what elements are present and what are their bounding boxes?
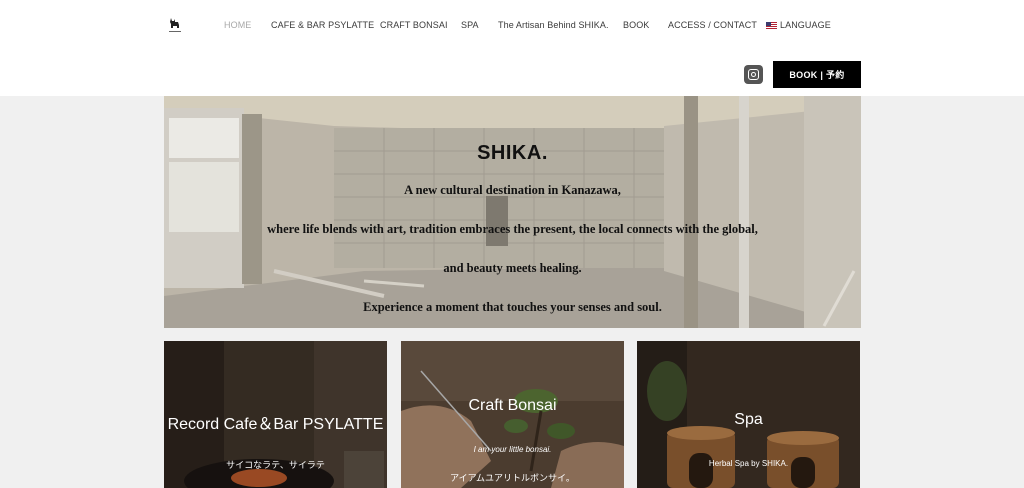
card-spa-title: Spa [734, 411, 763, 428]
hero-line-3: and beauty meets healing. [443, 261, 582, 275]
card-spa[interactable]: Spa Herbal Spa by SHIKA. [637, 341, 860, 488]
hero-banner: SHIKA. A new cultural destination in Kan… [164, 96, 861, 328]
nav-language-label: LANGUAGE [780, 20, 831, 30]
card-craft-bonsai[interactable]: Craft Bonsai I am your little bonsai. アイ… [401, 341, 624, 488]
nav-language[interactable]: LANGUAGE [766, 20, 831, 30]
hero-line-2: where life blends with art, tradition em… [267, 222, 758, 236]
card-bonsai-title: Craft Bonsai [468, 397, 557, 414]
hero-line-4: Experience a moment that touches your se… [363, 300, 662, 314]
nav-craft-bonsai[interactable]: CRAFT BONSAI [380, 20, 448, 30]
nav-access-contact[interactable]: ACCESS / CONTACT [668, 20, 757, 30]
site-header: HOME CAFE & BAR PSYLATTE CRAFT BONSAI SP… [0, 0, 1024, 96]
deer-logo-icon[interactable] [167, 16, 183, 36]
nav-book[interactable]: BOOK [623, 20, 649, 30]
us-flag-icon [766, 22, 777, 29]
nav-spa[interactable]: SPA [461, 20, 479, 30]
hero-title: SHIKA. [477, 142, 548, 164]
nav-cafe-bar[interactable]: CAFE & BAR PSYLATTE [271, 20, 374, 30]
hero-line-1: A new cultural destination in Kanazawa, [404, 183, 621, 197]
hero-text: SHIKA. A new cultural destination in Kan… [164, 96, 861, 328]
nav-artisan[interactable]: The Artisan Behind SHIKA. [498, 20, 609, 30]
card-cafe-bar[interactable]: Record Cafe＆Bar PSYLATTE サイコなラテ、サイラテ [164, 341, 387, 488]
nav-home[interactable]: HOME [224, 20, 251, 30]
card-cafe-title: Record Cafe＆Bar PSYLATTE [167, 416, 384, 433]
card-bonsai-subtitle: I am your little bonsai. [473, 445, 552, 454]
card-spa-subtitle: Herbal Spa by SHIKA. [708, 459, 789, 468]
book-button[interactable]: BOOK | 予約 [773, 61, 861, 88]
instagram-icon[interactable] [744, 65, 763, 84]
card-bonsai-subtitle-jp: アイアムユアリトルボンサイ。 [450, 473, 575, 483]
card-cafe-subtitle: サイコなラテ、サイラテ [226, 460, 325, 470]
